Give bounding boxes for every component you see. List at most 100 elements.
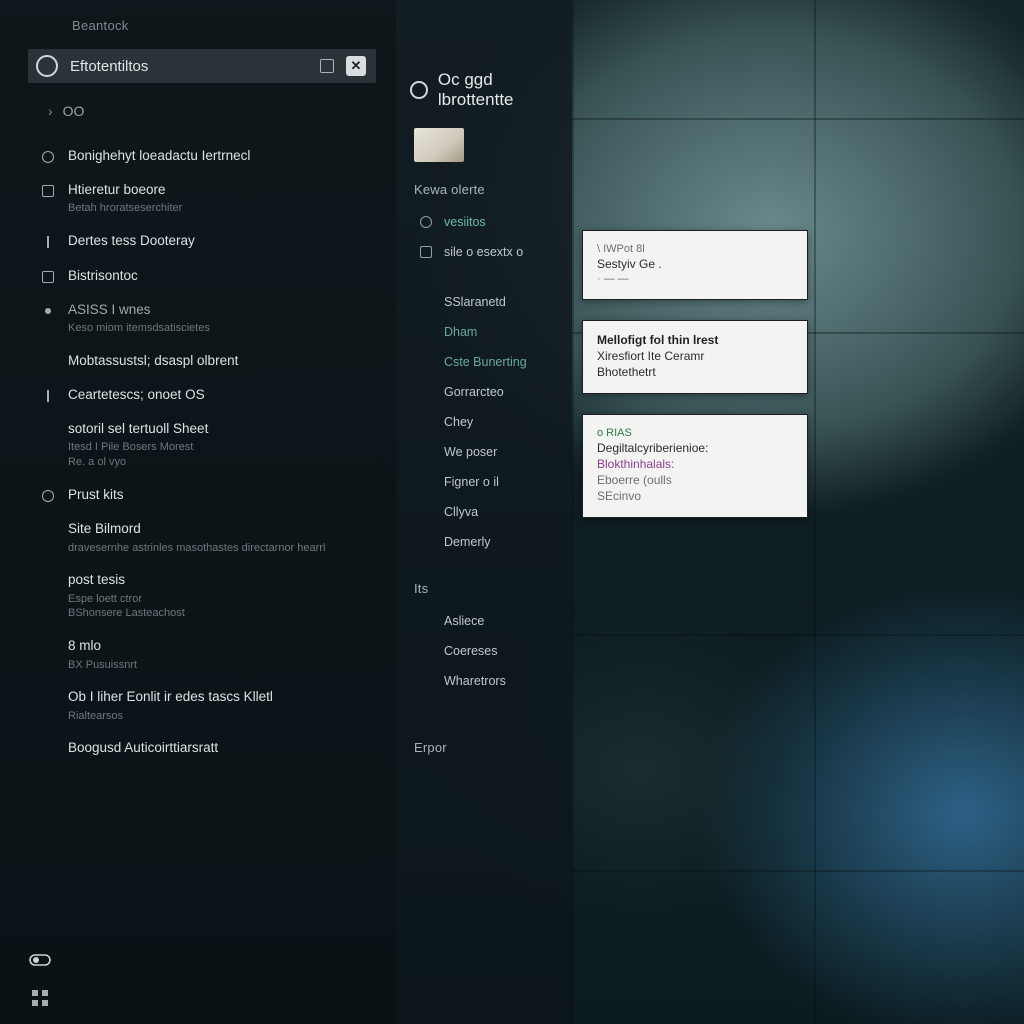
none	[40, 354, 56, 370]
center-item-0[interactable]: SSlaranetd	[396, 287, 572, 317]
center-item-1[interactable]: sile o esextx o	[396, 237, 572, 267]
sidebar-item-0[interactable]: Bonighehyt loeadactu Iertrnecl	[40, 139, 396, 173]
grid-icon[interactable]	[28, 988, 52, 1008]
search-icon	[36, 55, 58, 77]
sidebar-item-title: Site Bilmord	[68, 520, 378, 538]
square-icon	[40, 269, 56, 285]
panel-title-icon	[410, 81, 428, 99]
center-item-1[interactable]: Dham	[396, 317, 572, 347]
center-item-label: sile o esextx o	[444, 245, 523, 259]
sidebar-item-title: Boogusd Auticoirttiarsratt	[68, 739, 378, 757]
sidebar-item-title: post tesis	[68, 571, 378, 589]
center-item-8[interactable]: Demerly	[396, 527, 572, 557]
breadcrumb: Beantock	[0, 0, 396, 41]
sidebar-item-8[interactable]: Prust kits	[40, 478, 396, 512]
center-item-label: vesiitos	[444, 215, 486, 229]
sidebar-item-9[interactable]: Site Bilmorddravesernhe astrinles masoth…	[40, 512, 396, 563]
sidebar-item-sub: Espe loett ctrorBShonsere Lasteachost	[68, 592, 378, 622]
card-line: SEcinvo	[597, 489, 793, 503]
none	[418, 294, 434, 310]
sidebar-item-1[interactable]: Htieretur boeoreBetah hroratseserchiter	[40, 173, 396, 224]
sidebar-item-10[interactable]: post tesis Espe loett ctrorBShonsere Last…	[40, 563, 396, 629]
card-line: \ IWPot 8l	[597, 243, 793, 255]
center-item-label: Gorrarcteo	[444, 385, 504, 399]
none	[418, 474, 434, 490]
sidebar-item-6[interactable]: Ceartetescs; onoet OS	[40, 378, 396, 412]
sidebar-item-11[interactable]: 8 mloBX Pusuissnrt	[40, 629, 396, 680]
square-icon	[40, 183, 56, 199]
center-item-0[interactable]: vesiitos	[396, 207, 572, 237]
center-item-label: Coereses	[444, 644, 498, 658]
center-item-label: We poser	[444, 445, 497, 459]
dot-icon	[40, 303, 56, 319]
center-item-6[interactable]: Figner o il	[396, 467, 572, 497]
sidebar-item-title: 8 mlo	[68, 637, 378, 655]
sidebar-item-3[interactable]: Bistrisontoc	[40, 259, 396, 293]
note-card-0[interactable]: \ IWPot 8l Sestyiv Ge . · — —	[582, 230, 808, 300]
sidebar-item-4[interactable]: ASISS I wnesKeso miom itemsdsatiscietes	[40, 293, 396, 344]
center-item-2[interactable]: Wharetrors	[396, 666, 572, 696]
search-row[interactable]: ✕	[28, 49, 376, 83]
none	[418, 354, 434, 370]
center-item-label: Dham	[444, 325, 477, 339]
sidebar-item-title: Ob I liher Eonlit ir edes tascs Klletl	[68, 688, 378, 706]
none	[418, 324, 434, 340]
sidebar-item-title: sotoril sel tertuoll Sheet	[68, 420, 378, 438]
card-line: Degiltalcyriberienioe:	[597, 441, 793, 455]
center-item-5[interactable]: We poser	[396, 437, 572, 467]
sidebar-item-5[interactable]: Mobtassustsl; dsaspl olbrent	[40, 344, 396, 378]
center-item-4[interactable]: Chey	[396, 407, 572, 437]
card-line: Mellofigt fol thin lrest	[597, 333, 793, 347]
center-item-3[interactable]: Gorrarcteo	[396, 377, 572, 407]
panel-footer-label: Erpor	[396, 736, 572, 765]
panel-title-row: Oc ggd lbrottentte	[396, 60, 572, 128]
sidebar-bottom-icons	[28, 950, 52, 1008]
square-icon	[418, 244, 434, 260]
switch-icon[interactable]	[28, 950, 52, 970]
sidebar-item-sub: Itesd I Pile Bosers MorestRe. a ol vyo	[68, 440, 378, 470]
sidebar-item-13[interactable]: Boogusd Auticoirttiarsratt	[40, 731, 396, 765]
sidebar-sub-row[interactable]: › OO	[0, 93, 396, 133]
panel-thumbnail[interactable]	[414, 128, 464, 162]
card-line: Blokthinhalals:	[597, 457, 793, 471]
pipe-icon	[40, 388, 56, 404]
card-line: Xiresfiort Ite Ceramr	[597, 349, 793, 363]
none	[40, 522, 56, 538]
sidebar-item-title: Ceartetescs; onoet OS	[68, 386, 378, 404]
sidebar-list: Bonighehyt loeadactu IertrneclHtieretur …	[0, 133, 396, 766]
sidebar-item-title: ASISS I wnes	[68, 301, 378, 319]
none	[40, 639, 56, 655]
none	[418, 613, 434, 629]
center-item-label: Wharetrors	[444, 674, 506, 688]
card-line: o RIAS	[597, 427, 793, 439]
note-card-1[interactable]: Mellofigt fol thin lrest Xiresfiort Ite C…	[582, 320, 808, 394]
sidebar-item-12[interactable]: Ob I liher Eonlit ir edes tascs KlletlRi…	[40, 680, 396, 731]
sidebar-item-title: Bistrisontoc	[68, 267, 378, 285]
mic-icon[interactable]	[320, 59, 334, 73]
note-card-2[interactable]: o RIAS Degiltalcyriberienioe: Blokthinhala…	[582, 414, 808, 518]
center-item-label: Demerly	[444, 535, 491, 549]
center-panel: Oc ggd lbrottentte Kewa olerte vesiitoss…	[396, 0, 572, 1024]
clear-search-button[interactable]: ✕	[346, 56, 366, 76]
pipe-icon	[40, 234, 56, 250]
center-item-2[interactable]: Cste Bunerting	[396, 347, 572, 377]
center-item-0[interactable]: Asliece	[396, 606, 572, 636]
center-item-label: SSlaranetd	[444, 295, 506, 309]
card-line: Eboerre (oulls	[597, 473, 793, 487]
center-item-label: Cllyva	[444, 505, 478, 519]
center-item-7[interactable]: Cllyva	[396, 497, 572, 527]
card-line: · — —	[597, 273, 793, 285]
none	[418, 673, 434, 689]
card-line: Sestyiv Ge .	[597, 257, 793, 271]
sidebar-item-title: Dertes tess Dooteray	[68, 232, 378, 250]
none	[418, 643, 434, 659]
sidebar-item-title: Prust kits	[68, 486, 378, 504]
sidebar-item-7[interactable]: sotoril sel tertuoll Sheet Itesd I Pile B…	[40, 412, 396, 478]
center-item-1[interactable]: Coereses	[396, 636, 572, 666]
none	[40, 690, 56, 706]
sidebar-item-2[interactable]: Dertes tess Dooteray	[40, 224, 396, 258]
search-input[interactable]	[70, 58, 308, 75]
sidebar-item-sub: Betah hroratseserchiter	[68, 201, 378, 216]
panel-title: Oc ggd lbrottentte	[438, 70, 572, 110]
section-label-2: Its	[396, 577, 572, 606]
